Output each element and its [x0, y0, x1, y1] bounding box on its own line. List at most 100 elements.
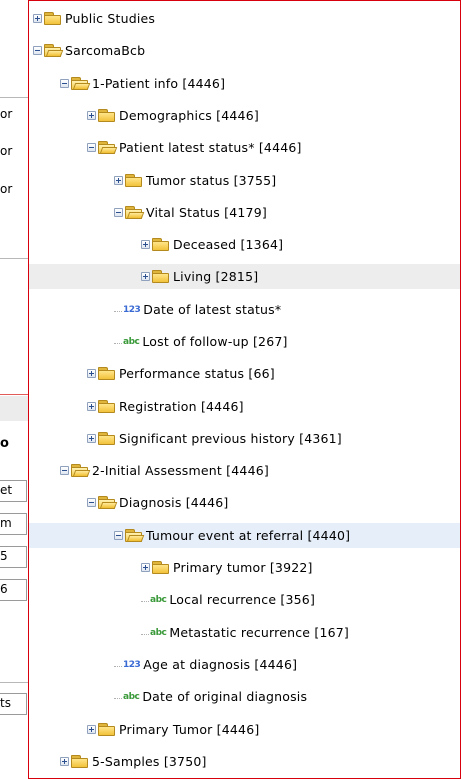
tree-row[interactable]: 1-Patient info [4446]	[29, 71, 460, 96]
collapse-icon[interactable]	[60, 79, 69, 88]
tree-row[interactable]: Registration [4446]	[29, 394, 460, 419]
bg-field[interactable]: ts	[0, 693, 27, 715]
tree-node-label[interactable]: 5-Samples [3750]	[92, 754, 207, 769]
tree-node[interactable]: 5-Samples [3750]	[60, 749, 207, 774]
tree-node-label[interactable]: Significant previous history [4361]	[119, 431, 342, 446]
bg-field[interactable]: m	[0, 513, 27, 535]
expand-icon[interactable]	[87, 369, 96, 378]
tree-row[interactable]: Primary tumor [3922]	[29, 555, 460, 580]
tree-node[interactable]: abc Date of original diagnosis	[114, 684, 307, 709]
expand-icon[interactable]	[141, 272, 150, 281]
bg-field[interactable]: 6	[0, 579, 27, 601]
tree-node-label[interactable]: Local recurrence [356]	[169, 592, 315, 607]
bg-field[interactable]: et	[0, 480, 27, 502]
tree-row[interactable]: Public Studies	[29, 6, 460, 31]
expand-icon[interactable]	[141, 563, 150, 572]
tree-row[interactable]: Vital Status [4179]	[29, 200, 460, 225]
folder-open-icon	[44, 43, 64, 58]
tree-node-label[interactable]: Metastatic recurrence [167]	[169, 625, 349, 640]
tree-node[interactable]: abc Local recurrence [356]	[141, 587, 315, 612]
tree-node[interactable]: Vital Status [4179]	[114, 200, 267, 225]
tree-node-label[interactable]: Tumor status [3755]	[146, 173, 276, 188]
tree-node-label[interactable]: Performance status [66]	[119, 366, 275, 381]
tree-node-label[interactable]: 2-Initial Assessment [4446]	[92, 463, 269, 478]
tree-row[interactable]: Significant previous history [4361]	[29, 426, 460, 451]
tree-row[interactable]: Primary Tumor [4446]	[29, 717, 460, 742]
collapse-icon[interactable]	[33, 46, 42, 55]
tree-node-label[interactable]: Date of latest status*	[143, 302, 281, 317]
tree-row[interactable]: abc Date of original diagnosis	[29, 684, 460, 709]
tree-node[interactable]: Living [2815]	[141, 264, 258, 289]
collapse-icon[interactable]	[87, 143, 96, 152]
tree-node-label[interactable]: Vital Status [4179]	[146, 205, 267, 220]
tree-row[interactable]: abc Lost of follow-up [267]	[29, 329, 460, 354]
expand-icon[interactable]	[60, 757, 69, 766]
tree-row[interactable]: 123 Date of latest status*	[29, 297, 460, 322]
tree-node[interactable]: Deceased [1364]	[141, 232, 283, 257]
expand-icon[interactable]	[87, 111, 96, 120]
tree-node[interactable]: Primary tumor [3922]	[141, 555, 313, 580]
collapse-icon[interactable]	[114, 531, 123, 540]
tree-node[interactable]: abc Metastatic recurrence [167]	[141, 620, 349, 645]
tree-node[interactable]: Performance status [66]	[87, 361, 275, 386]
bg-header-bar	[0, 396, 30, 421]
tree-node-label[interactable]: 1-Patient info [4446]	[92, 76, 225, 91]
tree-row[interactable]: abc Metastatic recurrence [167]	[29, 620, 460, 645]
tree-row[interactable]: 123 Age at diagnosis [4446]	[29, 652, 460, 677]
tree-node[interactable]: Diagnosis [4446]	[87, 490, 229, 515]
tree-node[interactable]: Patient latest status* [4446]	[87, 135, 302, 160]
tree-node-label[interactable]: Patient latest status* [4446]	[119, 140, 302, 155]
folder-open-icon	[125, 528, 145, 543]
tree-node[interactable]: Primary Tumor [4446]	[87, 717, 259, 742]
tree-node[interactable]: 1-Patient info [4446]	[60, 71, 225, 96]
folder-open-icon	[98, 140, 118, 155]
tree-node[interactable]: Registration [4446]	[87, 394, 244, 419]
collapse-icon[interactable]	[114, 208, 123, 217]
collapse-icon[interactable]	[60, 466, 69, 475]
tree-node-label[interactable]: Deceased [1364]	[173, 237, 283, 252]
tree-node-label[interactable]: Tumour event at referral [4440]	[146, 528, 350, 543]
tree-row[interactable]: Performance status [66]	[29, 361, 460, 386]
tree-node[interactable]: Public Studies	[33, 6, 155, 31]
bg-text-fragment: 6	[0, 582, 8, 596]
tree-row[interactable]: Diagnosis [4446]	[29, 490, 460, 515]
tree-row[interactable]: SarcomaBcb	[29, 38, 460, 63]
tree-node-label[interactable]: Living [2815]	[173, 269, 258, 284]
tree-row[interactable]: Tumor status [3755]	[29, 168, 460, 193]
tree-node-label[interactable]: Lost of follow-up [267]	[142, 334, 287, 349]
tree-node[interactable]: Significant previous history [4361]	[87, 426, 342, 451]
tree-row[interactable]: Deceased [1364]	[29, 232, 460, 257]
tree-row[interactable]: abc Local recurrence [356]	[29, 587, 460, 612]
tree-node-label[interactable]: Diagnosis [4446]	[119, 495, 229, 510]
tree-node-label[interactable]: Date of original diagnosis	[142, 689, 307, 704]
tree-node-label[interactable]: Primary tumor [3922]	[173, 560, 313, 575]
tree-row[interactable]: Living [2815]	[29, 264, 460, 289]
tree-node[interactable]: Tumour event at referral [4440]	[114, 523, 350, 548]
tree-node[interactable]: 2-Initial Assessment [4446]	[60, 458, 269, 483]
expand-icon[interactable]	[114, 176, 123, 185]
tree-node-label[interactable]: Primary Tumor [4446]	[119, 722, 259, 737]
expand-icon[interactable]	[87, 402, 96, 411]
expand-icon[interactable]	[141, 240, 150, 249]
tree-row[interactable]: Demographics [4446]	[29, 103, 460, 128]
tree-node[interactable]: SarcomaBcb	[33, 38, 145, 63]
expand-icon[interactable]	[33, 14, 42, 23]
tree-row[interactable]: 5-Samples [3750]	[29, 749, 460, 774]
expand-icon[interactable]	[87, 434, 96, 443]
tree-row[interactable]: Patient latest status* [4446]	[29, 135, 460, 160]
expand-icon[interactable]	[87, 725, 96, 734]
tree-row[interactable]: Tumour event at referral [4440]	[29, 523, 460, 548]
tree-node[interactable]: 123 Age at diagnosis [4446]	[114, 652, 297, 677]
bg-field[interactable]: 5	[0, 546, 27, 568]
tree-node[interactable]: 123 Date of latest status*	[114, 297, 281, 322]
tree-node[interactable]: Demographics [4446]	[87, 103, 259, 128]
tree-node-label[interactable]: Demographics [4446]	[119, 108, 259, 123]
collapse-icon[interactable]	[87, 498, 96, 507]
tree-node-label[interactable]: SarcomaBcb	[65, 43, 145, 58]
tree-row[interactable]: 2-Initial Assessment [4446]	[29, 458, 460, 483]
tree-node-label[interactable]: Registration [4446]	[119, 399, 244, 414]
tree-node[interactable]: abc Lost of follow-up [267]	[114, 329, 288, 354]
tree-node[interactable]: Tumor status [3755]	[114, 168, 276, 193]
tree-node-label[interactable]: Public Studies	[65, 11, 155, 26]
tree-node-label[interactable]: Age at diagnosis [4446]	[143, 657, 297, 672]
